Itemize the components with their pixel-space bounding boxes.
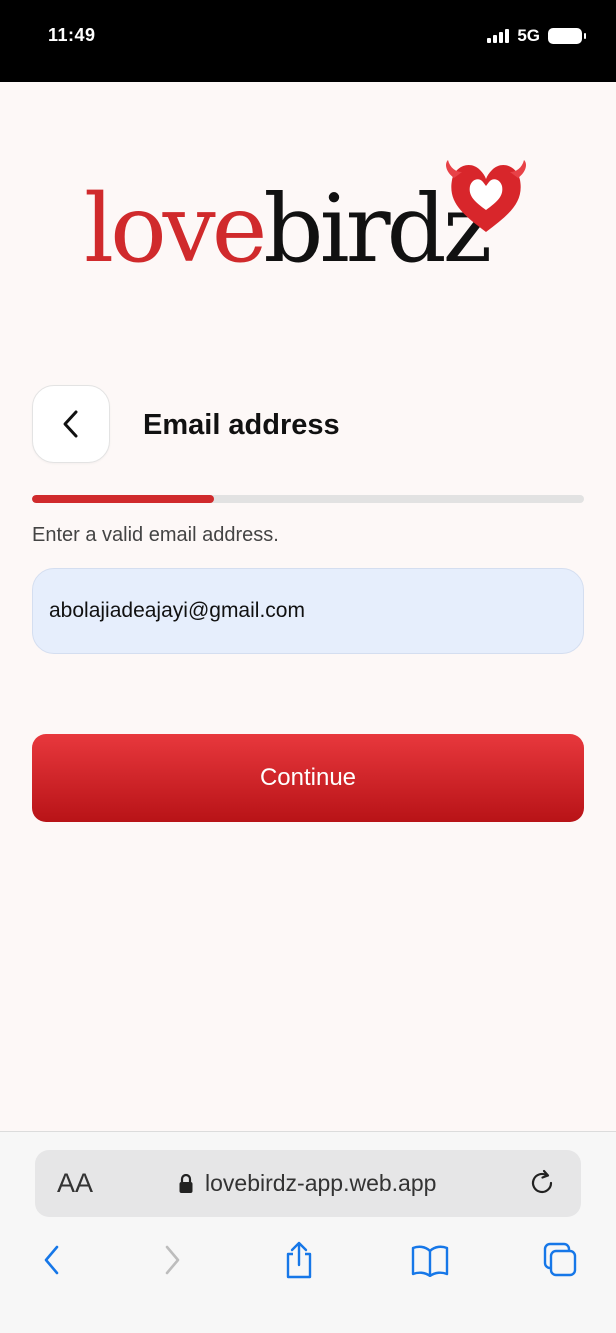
progress-fill [32,495,215,503]
back-button[interactable] [32,385,110,463]
browser-forward-button[interactable] [150,1238,194,1282]
text-size-label: AA [57,1168,94,1198]
email-field[interactable] [32,568,584,654]
url-text: lovebirdz-app.web.app [205,1170,437,1196]
status-bar: 11:49 5G [0,0,616,82]
battery-icon [548,28,586,44]
chevron-left-icon [44,1245,59,1275]
share-icon [286,1241,312,1279]
status-indicators: 5G [487,26,586,46]
browser-toolbar: AA lovebirdz-app.web.app [0,1131,616,1333]
share-button[interactable] [277,1238,321,1282]
status-time: 11:49 [48,25,96,45]
signal-icon [487,29,510,43]
chevron-right-icon [165,1245,180,1275]
heart-wings-icon [446,160,526,232]
browser-back-button[interactable] [30,1238,74,1282]
chevron-left-icon [63,410,78,438]
logo-text-love: love [84,175,267,284]
email-hint: Enter a valid email address. [32,524,279,546]
reload-icon[interactable] [525,1166,559,1200]
logo-wordmark: lovebirdz [84,180,492,280]
app-logo: lovebirdz [84,158,534,283]
bookmarks-button[interactable] [408,1238,452,1282]
continue-button[interactable]: Continue [32,734,584,822]
tabs-icon [543,1242,577,1277]
progress-bar [32,495,584,503]
tabs-button[interactable] [538,1238,582,1282]
book-icon [411,1245,449,1277]
text-size-button[interactable]: AA [57,1168,93,1199]
lock-icon [179,1174,193,1193]
network-label: 5G [517,26,540,45]
address-bar[interactable]: AA lovebirdz-app.web.app [35,1150,581,1217]
page-title: Email address [143,409,340,441]
